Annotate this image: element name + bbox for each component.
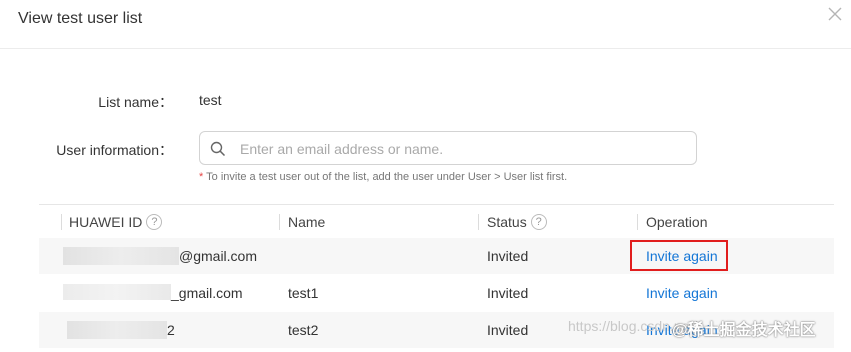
huawei-id-cell: @gmail.com — [179, 248, 258, 264]
user-information-label: User information： — [56, 142, 173, 158]
column-separator — [478, 214, 479, 230]
status-cell: Invited — [487, 322, 529, 338]
invite-again-link[interactable]: Invite again — [646, 285, 718, 301]
column-huawei-id-label: HUAWEI ID — [69, 214, 143, 230]
dialog-header: View test user list — [0, 0, 851, 49]
huawei-id-cell: _gmail.com — [171, 285, 243, 301]
status-cell: Invited — [487, 248, 529, 264]
hint-text: To invite a test user out of the list, a… — [203, 171, 568, 183]
table-header: HUAWEI ID ? Name Status ? Operation — [39, 204, 834, 239]
watermark-brand: @稀土掘金技术社区 — [672, 322, 816, 339]
help-icon[interactable]: ? — [146, 214, 163, 230]
list-name-value: test — [199, 92, 222, 108]
view-test-user-list-dialog: View test user list List name： test User… — [0, 0, 851, 352]
list-name-label: List name： — [98, 94, 173, 110]
column-operation-label: Operation — [646, 214, 708, 230]
table-row: @gmail.com Invited Invite again — [39, 238, 834, 274]
huawei-id-cell: 2 — [167, 322, 175, 338]
redacted-id — [63, 247, 179, 265]
column-operation: Operation — [646, 214, 707, 230]
name-cell: test2 — [288, 322, 319, 338]
column-name: Name — [288, 214, 325, 230]
column-separator — [279, 214, 280, 230]
invite-hint: * To invite a test user out of the list,… — [199, 171, 567, 183]
column-huawei-id: HUAWEI ID ? — [69, 214, 163, 230]
help-icon[interactable]: ? — [530, 214, 547, 230]
column-status-label: Status — [487, 214, 527, 230]
column-separator — [637, 214, 638, 230]
invite-again-link[interactable]: Invite again — [646, 248, 718, 264]
close-icon[interactable] — [825, 4, 845, 24]
redacted-id — [63, 284, 171, 300]
status-cell: Invited — [487, 285, 529, 301]
name-cell: test1 — [288, 285, 319, 301]
column-name-label: Name — [288, 214, 326, 230]
dialog-title: View test user list — [18, 10, 143, 27]
column-status: Status ? — [487, 214, 547, 230]
column-separator — [61, 214, 62, 230]
redacted-id — [67, 321, 167, 339]
search-input[interactable] — [238, 132, 692, 166]
user-search-field[interactable] — [199, 131, 697, 166]
search-icon — [210, 141, 226, 157]
table-row: _gmail.com test1 Invited Invite again — [39, 275, 834, 311]
